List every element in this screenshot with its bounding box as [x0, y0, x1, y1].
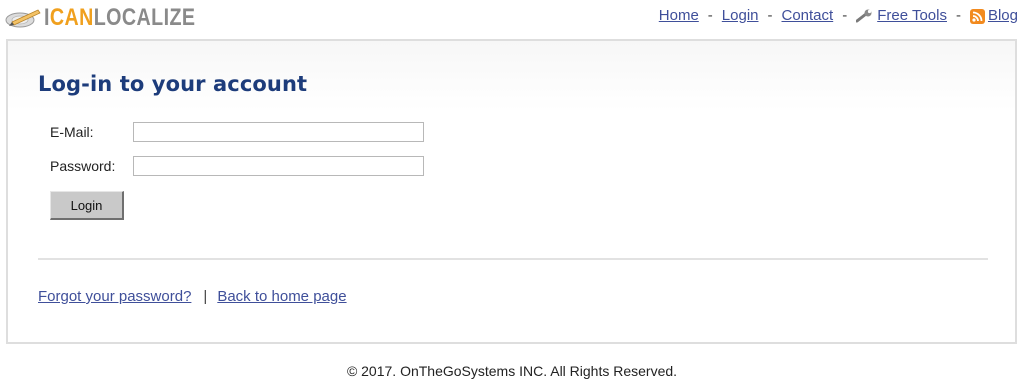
nav-blog-link[interactable]: Blog: [988, 7, 1018, 25]
link-separator: |: [203, 288, 208, 305]
password-row: Password:: [50, 156, 424, 176]
login-panel: Log-in to your account E-Mail: Password:…: [6, 39, 1017, 344]
nav-separator: -: [767, 7, 773, 24]
top-navigation: Home - Login - Contact - Free Tools - Bl…: [659, 7, 1018, 25]
nav-separator: -: [707, 7, 713, 24]
page-title: Log-in to your account: [38, 72, 308, 96]
back-to-home-link[interactable]: Back to home page: [217, 288, 346, 305]
logo-link[interactable]: I CAN LOCALIZE: [4, 4, 229, 32]
nav-contact-link[interactable]: Contact: [782, 7, 834, 25]
wrench-icon: [856, 9, 872, 23]
divider: [38, 258, 988, 260]
bottom-links: Forgot your password? | Back to home page: [38, 288, 347, 305]
nav-home-link[interactable]: Home: [659, 7, 699, 25]
email-row: E-Mail:: [50, 122, 424, 142]
email-label: E-Mail:: [50, 124, 94, 140]
rss-icon: [969, 8, 985, 24]
header: I CAN LOCALIZE Home - Login - Contact - Fr…: [0, 0, 1024, 36]
nav-login-link[interactable]: Login: [722, 7, 759, 25]
forgot-password-link[interactable]: Forgot your password?: [38, 288, 191, 305]
email-field[interactable]: [133, 122, 424, 142]
globe-pen-logo-icon: [5, 9, 41, 28]
nav-separator: -: [842, 7, 848, 24]
password-field[interactable]: [133, 156, 424, 176]
logo-text: I CAN LOCALIZE: [44, 4, 196, 31]
nav-separator: -: [955, 7, 961, 24]
password-label: Password:: [50, 158, 116, 174]
nav-free-tools-link[interactable]: Free Tools: [877, 7, 947, 25]
login-button[interactable]: Login: [50, 191, 124, 220]
footer-copyright: © 2017. OnTheGoSystems INC. All Rights R…: [346, 363, 678, 379]
